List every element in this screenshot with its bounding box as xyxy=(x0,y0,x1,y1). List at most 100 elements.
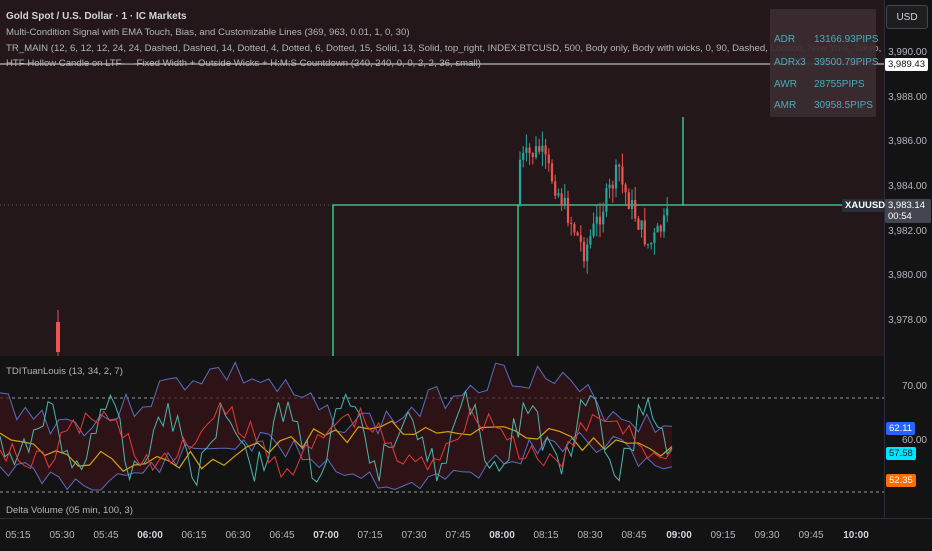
current-price-value: 3,983.14 xyxy=(888,200,925,211)
time-tick: 09:00 xyxy=(666,530,692,541)
candle xyxy=(525,147,528,153)
symbol-title[interactable]: Gold Spot / U.S. Dollar · 1 · IC Markets xyxy=(6,11,187,22)
candle xyxy=(666,208,669,216)
time-tick: 08:15 xyxy=(533,530,559,541)
time-tick: 08:30 xyxy=(577,530,603,541)
oscillator-legend[interactable]: TDITuanLouis (13, 34, 2, 7) xyxy=(6,366,123,377)
time-tick: 09:30 xyxy=(754,530,780,541)
candle xyxy=(579,235,582,242)
time-tick: 10:00 xyxy=(843,530,869,541)
candle xyxy=(538,146,541,152)
adrx3-row-label: ADRx3 xyxy=(774,57,806,68)
price-tick: 3,978.00 xyxy=(888,315,927,326)
awr-row: AWR 28755PIPS xyxy=(774,79,865,90)
candle xyxy=(627,192,630,209)
amr-row-value: 30958.5PIPS xyxy=(814,100,873,111)
candle xyxy=(544,145,547,155)
candle xyxy=(611,184,614,189)
candle xyxy=(643,220,646,245)
adrx3-row: ADRx3 39500.79PIPS xyxy=(774,57,879,68)
time-tick: 06:15 xyxy=(181,530,207,541)
candle xyxy=(630,199,634,209)
candle xyxy=(605,188,608,212)
candle xyxy=(662,215,666,232)
candle xyxy=(618,164,621,167)
candle xyxy=(554,181,557,196)
price-tick: 3,980.00 xyxy=(888,270,927,281)
candle xyxy=(550,163,554,182)
adr-row: ADR 13166.93PIPS xyxy=(774,34,879,45)
price-tick: 3,984.00 xyxy=(888,181,927,192)
candle xyxy=(586,244,589,262)
candle xyxy=(634,199,637,219)
time-tick: 09:15 xyxy=(710,530,736,541)
time-tick: 07:00 xyxy=(313,530,339,541)
time-tick: 07:15 xyxy=(357,530,383,541)
time-tick: 06:45 xyxy=(269,530,295,541)
time-tick: 09:45 xyxy=(798,530,824,541)
candle xyxy=(557,193,560,196)
candle xyxy=(624,184,627,193)
price-tick: 3,986.00 xyxy=(888,136,927,147)
adrx3-row-value: 39500.79PIPS xyxy=(814,57,879,68)
candle xyxy=(547,154,550,164)
candle xyxy=(653,232,656,243)
candle xyxy=(566,197,570,223)
candle xyxy=(56,322,60,352)
htf-level-line xyxy=(332,204,519,356)
candle xyxy=(598,216,602,225)
amr-row-label: AMR xyxy=(774,100,797,111)
candle xyxy=(563,197,566,206)
candle xyxy=(576,232,579,236)
time-tick: 05:15 xyxy=(5,530,31,541)
oscillator-canvas[interactable] xyxy=(0,358,884,493)
candle xyxy=(637,218,640,230)
osc-tick: 70.00 xyxy=(901,381,927,392)
candle xyxy=(560,193,563,206)
time-tick: 07:30 xyxy=(401,530,427,541)
time-tick: 08:00 xyxy=(489,530,515,541)
symbol-price-label: XAUUSD xyxy=(842,199,889,212)
adr-row-label: ADR xyxy=(774,34,796,45)
price-tick: 3,990.00 xyxy=(888,47,927,58)
candle xyxy=(656,225,659,233)
last-price-tag: 3,989.43 xyxy=(885,58,928,71)
current-price-tag: 3,983.14 00:54 xyxy=(885,199,931,223)
candle xyxy=(592,223,595,236)
time-tick: 08:45 xyxy=(621,530,647,541)
candle xyxy=(608,184,611,189)
time-tick: 06:30 xyxy=(225,530,251,541)
time-tick: 05:30 xyxy=(49,530,75,541)
price-tick: 3,982.00 xyxy=(888,226,927,237)
candle xyxy=(528,147,531,154)
awr-row-value: 28755PIPS xyxy=(814,79,865,90)
candle xyxy=(573,224,576,233)
delta-volume-legend[interactable]: Delta Volume (05 min, 100, 3) xyxy=(6,505,133,516)
currency-button[interactable]: USD xyxy=(886,5,928,29)
adr-table: ADR 13166.93PIPS ADRx3 39500.79PIPS AWR … xyxy=(770,9,879,117)
candle xyxy=(531,153,534,158)
price-axis[interactable]: 3,990.00 3,988.00 3,986.00 3,984.00 3,98… xyxy=(884,0,932,518)
indicator-legend-signal[interactable]: Multi-Condition Signal with EMA Touch, B… xyxy=(6,27,410,38)
candle xyxy=(570,222,573,225)
awr-row-label: AWR xyxy=(774,79,797,90)
candle xyxy=(534,146,538,158)
candle xyxy=(518,159,522,205)
candle xyxy=(659,225,662,232)
candle xyxy=(640,220,643,230)
candle xyxy=(650,242,653,245)
candle xyxy=(602,211,605,225)
candle xyxy=(621,166,624,185)
amr-row: AMR 30958.5PIPS xyxy=(774,100,873,111)
countdown-timer: 00:54 xyxy=(888,211,912,222)
time-tick: 06:00 xyxy=(137,530,163,541)
osc-tick: 60.00 xyxy=(901,435,927,446)
price-tick: 3,988.00 xyxy=(888,92,927,103)
candle xyxy=(541,145,544,152)
adr-row-value: 13166.93PIPS xyxy=(814,34,879,45)
indicator-legend-htf-candle[interactable]: HTF Hollow Candle on LTF — Fixed Width +… xyxy=(6,58,481,69)
candle xyxy=(614,164,618,189)
candle xyxy=(595,216,598,224)
time-tick: 05:45 xyxy=(93,530,119,541)
candle xyxy=(589,235,592,245)
